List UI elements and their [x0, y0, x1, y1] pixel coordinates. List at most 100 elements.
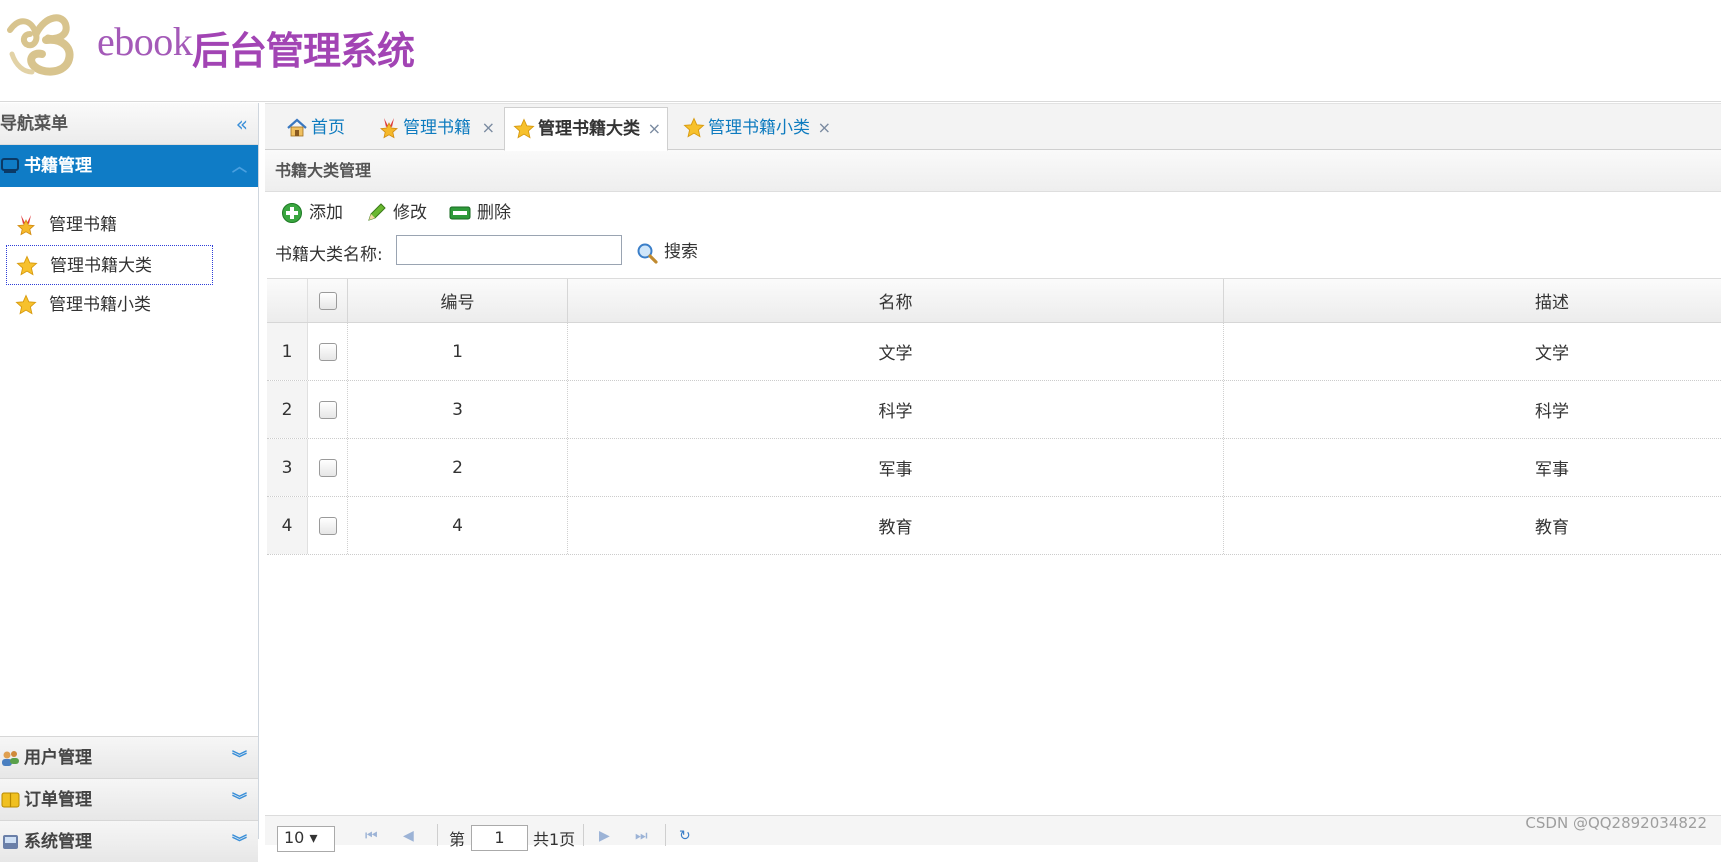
tab-manage-books[interactable]: 管理书籍 × — [370, 107, 501, 151]
column-header-description[interactable]: 描述 — [1224, 279, 1721, 322]
tab-label: 管理书籍小类 — [708, 118, 810, 138]
accordion-user-management[interactable]: 用户管理 ︾ — [0, 736, 258, 778]
row-checkbox-cell — [308, 439, 348, 496]
home-icon — [286, 117, 308, 139]
plus-icon — [281, 202, 303, 224]
minus-icon — [449, 202, 471, 224]
close-icon[interactable]: × — [818, 107, 831, 149]
close-icon[interactable]: × — [648, 108, 661, 150]
tab-manage-book-subcategories[interactable]: 管理书籍小类 × — [675, 107, 837, 151]
delete-button[interactable]: 删除 — [449, 201, 511, 225]
medal-icon — [15, 214, 37, 236]
accordion-order-management[interactable]: 订单管理 ︾ — [0, 778, 258, 820]
system-icon — [1, 833, 20, 851]
table-row[interactable]: 4 4 教育 教育 — [267, 497, 1721, 555]
pager-divider — [583, 824, 584, 846]
nav-title: 导航菜单 « — [0, 103, 258, 145]
row-number: 3 — [267, 439, 308, 496]
tab-label: 管理书籍大类 — [538, 119, 640, 139]
app-header: ebook 后台管理系统 — [0, 0, 1721, 102]
row-number: 1 — [267, 323, 308, 380]
row-checkbox-cell — [308, 381, 348, 438]
sidebar-item-manage-books[interactable]: 管理书籍 — [6, 205, 213, 245]
accordion-label: 书籍管理 — [24, 156, 92, 176]
page-total: 共1页 — [533, 826, 575, 850]
chevron-double-down-icon[interactable]: ︾ — [232, 779, 247, 821]
page-number-input[interactable]: 1 — [471, 825, 528, 851]
row-checkbox[interactable] — [319, 343, 337, 361]
cell-id: 4 — [348, 497, 568, 554]
page-size-value: 10 — [284, 828, 304, 847]
star-icon — [513, 118, 535, 140]
page-prefix: 第 — [449, 826, 465, 850]
accordion-label: 系统管理 — [24, 832, 92, 852]
row-checkbox[interactable] — [319, 459, 337, 477]
tab-home[interactable]: 首页 — [278, 107, 362, 151]
pager-divider — [665, 824, 666, 846]
watermark: CSDN @QQ2892034822 — [1525, 814, 1707, 832]
star-icon — [15, 294, 37, 316]
accordion-label: 订单管理 — [24, 790, 92, 810]
last-page-icon[interactable]: ⏭ — [635, 828, 648, 844]
row-checkbox[interactable] — [319, 517, 337, 535]
column-header-id[interactable]: 编号 — [348, 279, 568, 322]
sidebar-item-label: 管理书籍小类 — [49, 295, 151, 315]
logo-title: 后台管理系统 — [192, 20, 414, 75]
row-checkbox[interactable] — [319, 401, 337, 419]
category-name-input[interactable] — [396, 235, 622, 265]
tab-manage-book-categories[interactable]: 管理书籍大类 × — [504, 107, 668, 151]
chevron-up-icon[interactable]: ︿ — [232, 145, 247, 187]
cell-id: 3 — [348, 381, 568, 438]
cell-name: 教育 — [568, 497, 1224, 554]
chevron-double-down-icon[interactable]: ︾ — [232, 821, 247, 863]
refresh-icon[interactable]: ↻ — [679, 828, 691, 844]
select-all-checkbox[interactable] — [319, 292, 337, 310]
accordion-system-management[interactable]: 系统管理 ︾ — [0, 820, 258, 862]
close-icon[interactable]: × — [482, 107, 495, 149]
table-row[interactable]: 3 2 军事 军事 — [267, 439, 1721, 497]
star-icon — [683, 117, 705, 139]
star-icon — [16, 255, 38, 277]
column-header-name[interactable]: 名称 — [568, 279, 1224, 322]
table-row[interactable]: 2 3 科学 科学 — [267, 381, 1721, 439]
sidebar-item-label: 管理书籍大类 — [50, 256, 152, 276]
pagination-bar: 10 ▾ ⏮ ◀ 第 1 共1页 ▶ ⏭ ↻ — [265, 815, 1721, 845]
search-button[interactable]: 搜索 — [636, 240, 698, 264]
search-button-label: 搜索 — [664, 242, 698, 262]
sidebar-item-manage-book-subcategories[interactable]: 管理书籍小类 — [6, 285, 213, 325]
cell-description: 军事 — [1224, 439, 1721, 496]
delete-label: 删除 — [477, 203, 511, 223]
accordion-book-management[interactable]: 书籍管理 ︿ — [0, 145, 258, 187]
table-row[interactable]: 1 1 文学 文学 — [267, 323, 1721, 381]
select-all-cell — [308, 279, 348, 322]
search-icon — [636, 242, 658, 264]
logo-ebook-text: ebook — [97, 18, 192, 65]
prev-page-icon[interactable]: ◀ — [403, 828, 414, 844]
row-checkbox-cell — [308, 323, 348, 380]
search-row: 书籍大类名称: 搜索 — [265, 232, 1721, 272]
cell-description: 教育 — [1224, 497, 1721, 554]
sidebar-item-manage-book-categories[interactable]: 管理书籍大类 — [6, 245, 213, 285]
first-page-icon[interactable]: ⏮ — [365, 828, 378, 844]
cell-name: 军事 — [568, 439, 1224, 496]
row-number-header — [267, 279, 308, 322]
edit-button[interactable]: 修改 — [365, 201, 427, 225]
sidebar: 导航菜单 « 书籍管理 ︿ 管理书籍 管理书籍大类 管理书 — [0, 103, 259, 839]
chevron-double-down-icon[interactable]: ︾ — [232, 737, 247, 779]
collapse-left-icon[interactable]: « — [236, 103, 248, 145]
pencil-icon — [365, 202, 387, 224]
users-icon — [1, 749, 20, 767]
collapsed-groups: 用户管理 ︾ 订单管理 ︾ 系统管理 ︾ — [0, 736, 258, 862]
table-header: 编号 名称 描述 — [267, 279, 1721, 323]
book-menu-list: 管理书籍 管理书籍大类 管理书籍小类 — [0, 187, 258, 740]
add-button[interactable]: 添加 — [281, 201, 343, 225]
main-area: 首页 管理书籍 × 管理书籍大类 × 管理书籍小类 × 书籍大类管理 — [265, 103, 1721, 839]
add-label: 添加 — [309, 203, 343, 223]
medal-icon — [378, 117, 400, 139]
row-checkbox-cell — [308, 497, 348, 554]
pager-divider — [437, 824, 438, 846]
next-page-icon[interactable]: ▶ — [599, 828, 610, 844]
page-size-select[interactable]: 10 ▾ — [277, 826, 335, 852]
accordion-label: 用户管理 — [24, 748, 92, 768]
row-number: 4 — [267, 497, 308, 554]
